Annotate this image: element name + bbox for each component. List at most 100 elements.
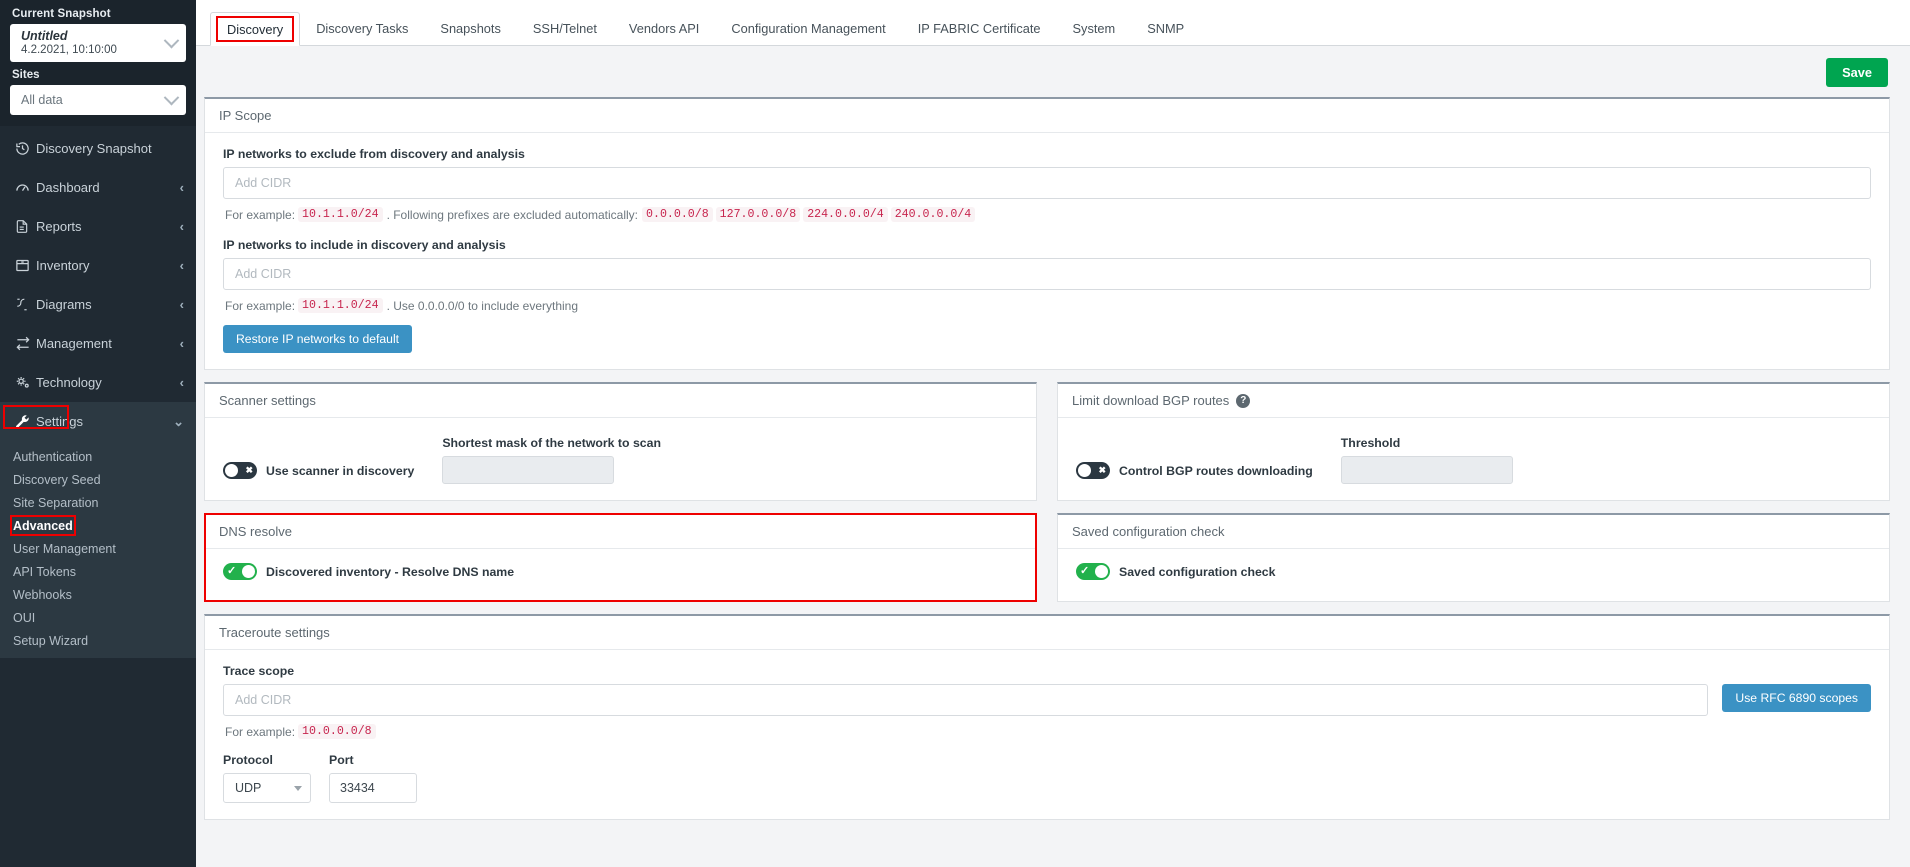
use-scanner-label: Use scanner in discovery bbox=[266, 463, 415, 478]
sidebar-item-authentication[interactable]: Authentication bbox=[0, 445, 196, 468]
toggle-knob bbox=[1078, 464, 1091, 477]
sidebar-item-user-management[interactable]: User Management bbox=[0, 537, 196, 560]
tab-snmp[interactable]: SNMP bbox=[1131, 11, 1200, 45]
shortest-mask-field: Shortest mask of the network to scan bbox=[442, 436, 661, 484]
save-button[interactable]: Save bbox=[1826, 58, 1888, 87]
tab-discovery[interactable]: Discovery bbox=[210, 12, 301, 46]
chevron-down-icon bbox=[163, 89, 180, 105]
sidebar-item-site-separation[interactable]: Site Separation bbox=[0, 491, 196, 514]
sub-item-label: Advanced bbox=[13, 518, 73, 533]
sidebar-item-diagrams[interactable]: Diagrams ‹ bbox=[0, 285, 196, 324]
sub-item-label: Setup Wizard bbox=[13, 633, 89, 648]
sidebar-item-management[interactable]: Management ‹ bbox=[0, 324, 196, 363]
sidebar-item-technology[interactable]: Technology ‹ bbox=[0, 363, 196, 402]
sub-item-label: Webhooks bbox=[13, 587, 72, 602]
settings-content: Save IP Scope IP networks to exclude fro… bbox=[196, 46, 1910, 867]
sidebar-item-discovery-seed[interactable]: Discovery Seed bbox=[0, 468, 196, 491]
sidebar-item-reports[interactable]: Reports ‹ bbox=[0, 207, 196, 246]
sidebar-item-label: Diagrams bbox=[36, 297, 92, 312]
port-field: Port bbox=[329, 753, 417, 803]
toggle-knob bbox=[242, 565, 255, 578]
trace-scope-label: Trace scope bbox=[223, 664, 295, 678]
scanner-settings-body: ✖ Use scanner in discovery Shortest mask… bbox=[205, 418, 1036, 500]
sites-label: Sites bbox=[12, 69, 40, 81]
saved-config-toggle[interactable]: ✓ bbox=[1076, 563, 1110, 580]
tab-discovery-tasks[interactable]: Discovery Tasks bbox=[300, 11, 424, 45]
tab-snapshots[interactable]: Snapshots bbox=[424, 11, 516, 45]
protocol-select[interactable]: UDP bbox=[223, 773, 311, 803]
tab-ip-fabric-certificate[interactable]: IP FABRIC Certificate bbox=[902, 11, 1057, 45]
tab-label: Discovery Tasks bbox=[316, 20, 409, 36]
bgp-routes-panel: Limit download BGP routes ? ✖ Control BG… bbox=[1057, 382, 1890, 501]
sidebar-item-discovery-snapshot[interactable]: Discovery Snapshot bbox=[0, 129, 196, 168]
snapshot-selector[interactable]: Untitled 4.2.2021, 10:10:00 bbox=[10, 24, 186, 62]
tab-label: IP FABRIC Certificate bbox=[917, 20, 1041, 36]
tab-bar: Discovery Discovery Tasks Snapshots SSH/… bbox=[196, 0, 1910, 46]
snapshot-block: Current Snapshot Untitled 4.2.2021, 10:1… bbox=[0, 0, 196, 126]
management-icon bbox=[15, 336, 36, 351]
sidebar-item-label: Discovery Snapshot bbox=[36, 141, 152, 156]
restore-ip-networks-button[interactable]: Restore IP networks to default bbox=[223, 325, 413, 353]
technology-icon bbox=[15, 375, 36, 390]
sidebar-item-label: Inventory bbox=[36, 258, 90, 273]
include-networks-input[interactable] bbox=[223, 258, 1871, 290]
port-input[interactable] bbox=[329, 773, 417, 803]
sidebar-item-setup-wizard[interactable]: Setup Wizard bbox=[0, 629, 196, 652]
excluded-prefix: 0.0.0.0/8 bbox=[642, 207, 713, 222]
trace-scope-row: Use RFC 6890 scopes bbox=[223, 684, 1871, 716]
sidebar-item-advanced[interactable]: Advanced bbox=[0, 514, 196, 537]
excluded-prefix: 127.0.0.0/8 bbox=[715, 207, 801, 222]
bgp-routes-body: ✖ Control BGP routes downloading Thresho… bbox=[1058, 418, 1889, 500]
check-icon: ✓ bbox=[1080, 565, 1090, 577]
resolve-dns-label: Discovered inventory - Resolve DNS name bbox=[266, 564, 515, 579]
tab-system[interactable]: System bbox=[1057, 11, 1132, 45]
cross-icon: ✖ bbox=[1098, 465, 1106, 475]
use-scanner-toggle[interactable]: ✖ bbox=[223, 462, 257, 479]
sidebar-item-label: Reports bbox=[36, 219, 82, 234]
shortest-mask-label: Shortest mask of the network to scan bbox=[442, 436, 661, 450]
inventory-icon bbox=[15, 258, 36, 273]
tab-ssh-telnet[interactable]: SSH/Telnet bbox=[517, 11, 613, 45]
sub-item-label: API Tokens bbox=[13, 564, 77, 579]
control-bgp-toggle[interactable]: ✖ bbox=[1076, 462, 1110, 479]
help-icon[interactable]: ? bbox=[1236, 393, 1251, 408]
sidebar-nav: Discovery Snapshot Dashboard ‹ Reports ‹… bbox=[0, 126, 196, 658]
wrench-icon bbox=[15, 414, 36, 429]
settings-submenu: Authentication Discovery Seed Site Separ… bbox=[0, 441, 196, 658]
chevron-left-icon: ‹ bbox=[179, 375, 184, 390]
threshold-input[interactable] bbox=[1340, 456, 1513, 484]
protocol-value: UDP bbox=[235, 781, 262, 795]
sidebar-item-api-tokens[interactable]: API Tokens bbox=[0, 560, 196, 583]
bgp-routes-title: Limit download BGP routes ? bbox=[1058, 384, 1889, 418]
shortest-mask-input[interactable] bbox=[442, 456, 615, 484]
sidebar-item-oui[interactable]: OUI bbox=[0, 606, 196, 629]
hint-example-cidr: 10.1.1.0/24 bbox=[298, 207, 383, 222]
use-rfc-6890-scopes-button[interactable]: Use RFC 6890 scopes bbox=[1722, 684, 1871, 712]
tab-label: Snapshots bbox=[440, 20, 501, 36]
saved-config-body: ✓ Saved configuration check bbox=[1058, 549, 1889, 601]
sidebar-item-webhooks[interactable]: Webhooks bbox=[0, 583, 196, 606]
hint-prefix: For example: bbox=[225, 724, 296, 739]
sites-selector[interactable]: All data bbox=[10, 85, 186, 115]
threshold-field: Threshold bbox=[1340, 436, 1513, 484]
sidebar-item-settings[interactable]: Settings ⌄ bbox=[0, 402, 196, 441]
tab-configuration-management[interactable]: Configuration Management bbox=[715, 11, 901, 45]
dns-toggle-wrap: ✓ Discovered inventory - Resolve DNS nam… bbox=[223, 563, 1018, 585]
chevron-left-icon: ‹ bbox=[179, 258, 184, 273]
chevron-down-icon: ⌄ bbox=[173, 413, 184, 429]
dns-resolve-body: ✓ Discovered inventory - Resolve DNS nam… bbox=[205, 549, 1036, 601]
resolve-dns-toggle[interactable]: ✓ bbox=[223, 563, 257, 580]
toggle-knob bbox=[1095, 565, 1108, 578]
tab-vendors-api[interactable]: Vendors API bbox=[613, 11, 715, 45]
scanner-bgp-row: Scanner settings ✖ Use scanner in discov… bbox=[204, 382, 1890, 501]
dns-resolve-panel: DNS resolve ✓ Discovered inventory - Res… bbox=[204, 513, 1037, 602]
exclude-networks-label: IP networks to exclude from discovery an… bbox=[223, 147, 525, 161]
trace-scope-input[interactable] bbox=[223, 684, 1709, 716]
exclude-networks-input[interactable] bbox=[223, 167, 1871, 199]
sidebar-item-label: Settings bbox=[36, 414, 83, 429]
hint-prefix: For example: bbox=[225, 207, 296, 222]
sidebar-item-inventory[interactable]: Inventory ‹ bbox=[0, 246, 196, 285]
check-icon: ✓ bbox=[227, 565, 237, 577]
dns-savedconfig-row: DNS resolve ✓ Discovered inventory - Res… bbox=[204, 513, 1890, 602]
sidebar-item-dashboard[interactable]: Dashboard ‹ bbox=[0, 168, 196, 207]
